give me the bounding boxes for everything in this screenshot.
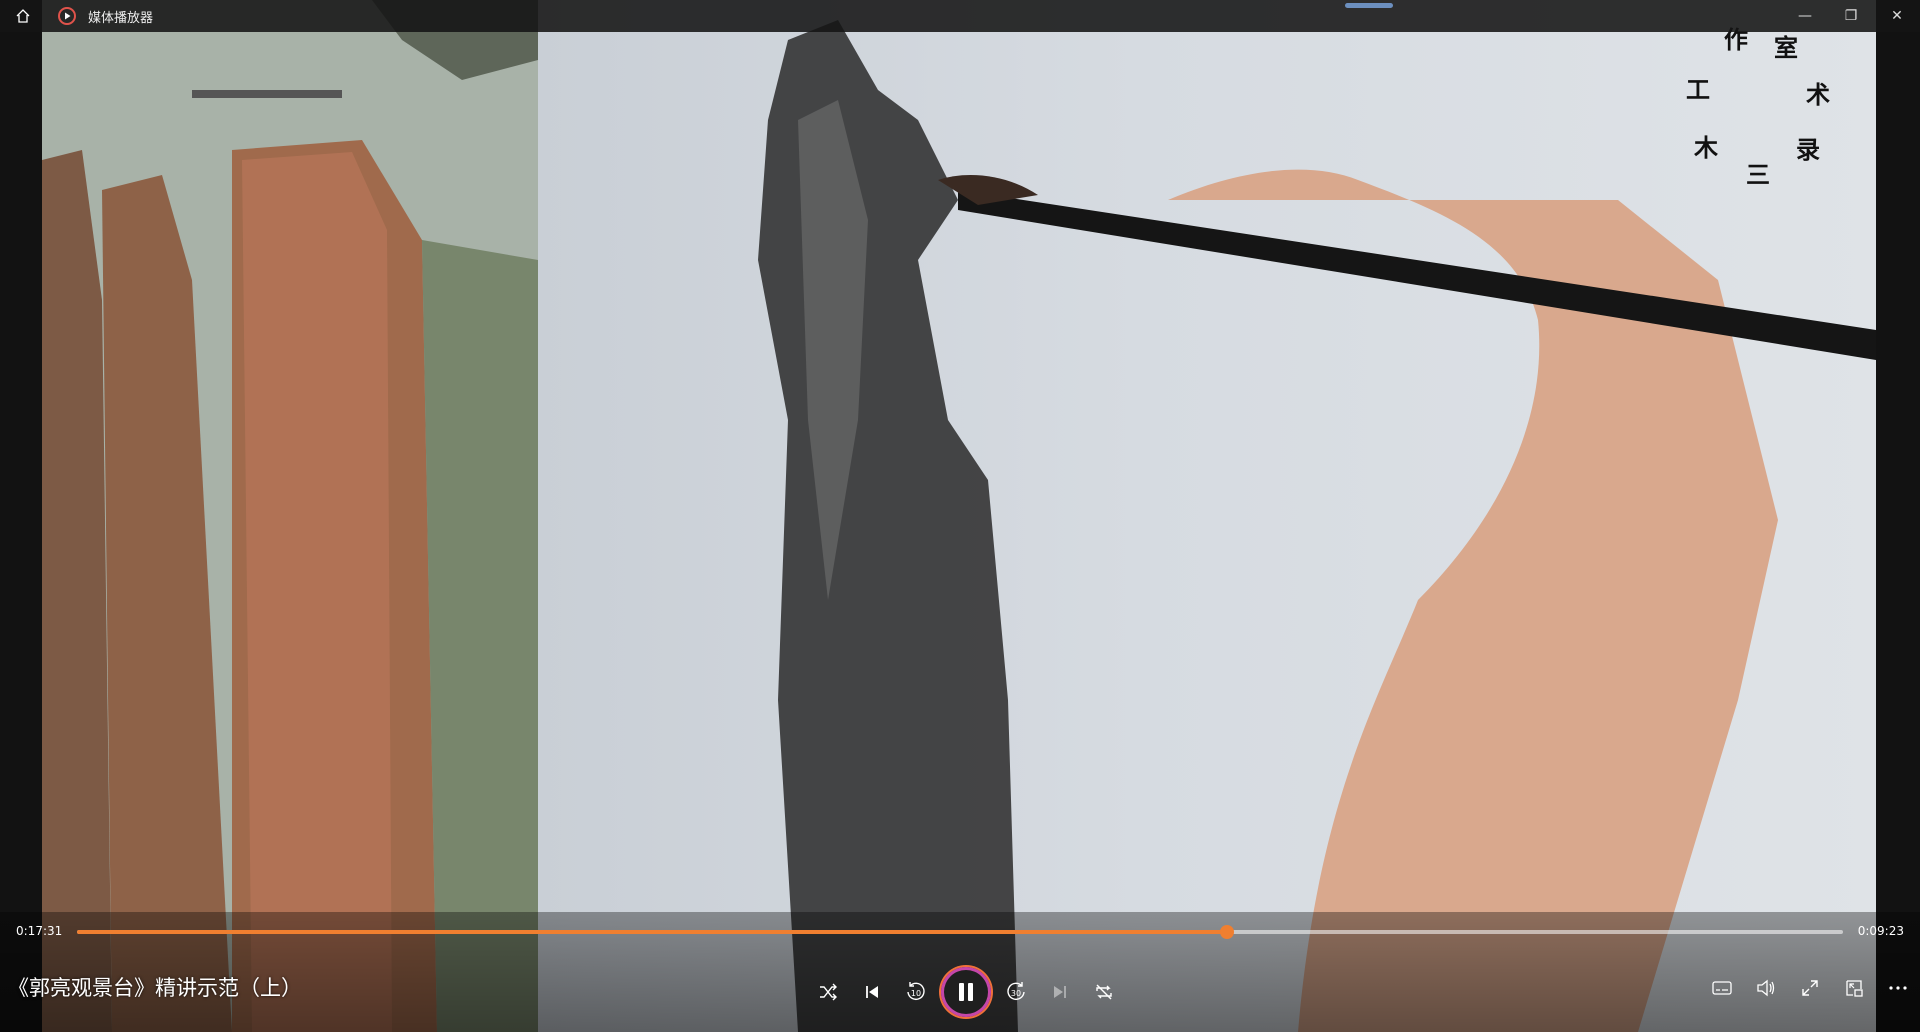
forward-30-icon[interactable]: 30 [994,970,1038,1014]
watermark: 室 作 工 术 录 三 木 [1676,20,1836,189]
watermark-char: 录 [1796,135,1820,164]
watermark-char: 工 [1686,75,1710,104]
forward-label: 30 [1011,989,1021,998]
seek-bar-progress [77,930,1227,934]
media-player-icon [58,7,76,25]
transport-controls: 10 30 [806,966,1126,1018]
restore-icon[interactable]: ❐ [1828,0,1874,32]
previous-icon[interactable] [850,970,894,1014]
remaining-time: 0:09:23 [1857,924,1904,938]
mini-player-icon[interactable] [1832,966,1876,1010]
seek-thumb[interactable] [1219,925,1234,939]
playback-controls: 0:17:31 0:09:23 《郭亮观景台》精讲示范（上） 10 30 [0,912,1920,1032]
fullscreen-icon[interactable] [1788,966,1832,1010]
rewind-label: 10 [911,989,921,998]
minimize-icon[interactable]: — [1782,0,1828,32]
volume-icon[interactable] [1744,966,1788,1010]
pause-button[interactable] [941,967,991,1017]
next-icon[interactable] [1038,970,1082,1014]
drag-handle[interactable] [1345,3,1393,8]
more-icon[interactable] [1876,966,1920,1010]
video-cliff-photo [42,0,538,1032]
seek-bar[interactable] [77,925,1843,939]
watermark-char: 室 [1774,33,1798,62]
secondary-controls [1700,966,1920,1010]
home-icon[interactable] [0,0,46,32]
pause-icon [959,983,973,1001]
video-frame[interactable]: 室 作 工 术 录 三 木 [42,0,1876,1032]
video-title: 《郭亮观景台》精讲示范（上） [8,976,302,1000]
close-icon[interactable]: ✕ [1874,0,1920,32]
watermark-char: 木 [1694,133,1718,162]
title-bar[interactable]: 媒体播放器 — ❐ ✕ [0,0,1920,32]
media-player-window: 室 作 工 术 录 三 木 媒体播放器 — ❐ ✕ 0:17:31 0:09:2… [0,0,1920,1032]
elapsed-time: 0:17:31 [16,924,63,938]
watermark-char: 三 [1746,160,1770,189]
shuffle-icon[interactable] [806,970,850,1014]
window-controls: — ❐ ✕ [1782,0,1920,32]
watermark-char: 术 [1806,80,1830,109]
app-title: 媒体播放器 [88,10,154,26]
repeat-off-icon[interactable] [1082,970,1126,1014]
cliff-illustration [42,0,538,1032]
rewind-10-icon[interactable]: 10 [894,970,938,1014]
captions-icon[interactable] [1700,966,1744,1010]
